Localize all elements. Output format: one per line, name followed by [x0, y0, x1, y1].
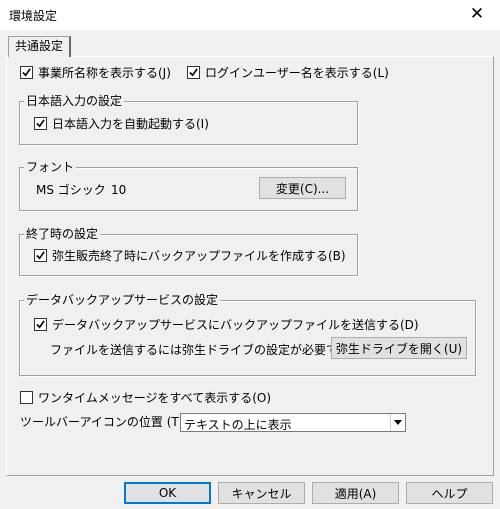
- settings-dialog: 環境設定 ✕ 共通設定 事業所名称を表示する(J) ログインユーザー名を表示する…: [0, 0, 500, 509]
- send-backup-checkbox[interactable]: データバックアップサービスにバックアップファイルを送信する(D): [34, 316, 419, 332]
- data-backup-group-title: データバックアップサービスの設定: [24, 293, 221, 307]
- ime-auto-start-checkbox[interactable]: 日本語入力を自動起動する(I): [34, 115, 209, 131]
- font-size-value: 10: [111, 183, 127, 197]
- show-login-user-checkbox[interactable]: ログインユーザー名を表示する(L): [187, 64, 389, 80]
- create-backup-label: 弥生販売終了時にバックアップファイルを作成する(B): [52, 248, 346, 263]
- checkbox-unchecked-icon: [20, 390, 33, 404]
- open-yayoi-drive-button[interactable]: 弥生ドライブを開く(U): [331, 337, 467, 359]
- checkbox-checked-icon: [34, 116, 47, 130]
- drive-setup-note: ファイルを送信するには弥生ドライブの設定が必要です: [50, 343, 351, 357]
- show-login-user-label: ログインユーザー名を表示する(L): [205, 65, 389, 80]
- font-group-title: フォント: [24, 160, 77, 174]
- help-button[interactable]: ヘルプ: [406, 482, 493, 504]
- show-onetime-messages-label: ワンタイムメッセージをすべて表示する(O): [38, 390, 272, 405]
- apply-button[interactable]: 適用(A): [312, 482, 399, 504]
- checkbox-checked-icon: [34, 317, 47, 331]
- window-title: 環境設定: [9, 9, 58, 23]
- checkbox-checked-icon: [20, 65, 33, 79]
- checkbox-checked-icon: [187, 65, 200, 79]
- show-office-name-checkbox[interactable]: 事業所名称を表示する(J): [20, 64, 171, 80]
- exit-group-title: 終了時の設定: [24, 227, 101, 241]
- ime-group-title: 日本語入力の設定: [24, 94, 125, 108]
- ime-auto-start-label: 日本語入力を自動起動する(I): [52, 116, 209, 131]
- chevron-down-icon[interactable]: [390, 414, 405, 431]
- toolbar-icon-position-label: ツールバーアイコンの位置 (T):: [20, 415, 188, 429]
- change-font-button[interactable]: 変更(C)...: [259, 177, 346, 199]
- tab-common-settings[interactable]: 共通設定: [8, 36, 72, 57]
- title-bar: 環境設定 ✕: [0, 0, 500, 30]
- font-name-value: MS ゴシック: [36, 183, 106, 197]
- checkbox-checked-icon: [34, 248, 47, 262]
- cancel-button[interactable]: キャンセル: [218, 482, 305, 504]
- show-office-name-label: 事業所名称を表示する(J): [38, 65, 171, 80]
- toolbar-icon-position-value: テキストの上に表示: [184, 418, 292, 432]
- toolbar-icon-position-select[interactable]: テキストの上に表示: [180, 413, 406, 432]
- send-backup-label: データバックアップサービスにバックアップファイルを送信する(D): [52, 317, 419, 332]
- show-onetime-messages-checkbox[interactable]: ワンタイムメッセージをすべて表示する(O): [20, 389, 271, 405]
- create-backup-checkbox[interactable]: 弥生販売終了時にバックアップファイルを作成する(B): [34, 247, 346, 263]
- close-button[interactable]: ✕: [454, 0, 500, 30]
- ok-button[interactable]: OK: [124, 482, 211, 504]
